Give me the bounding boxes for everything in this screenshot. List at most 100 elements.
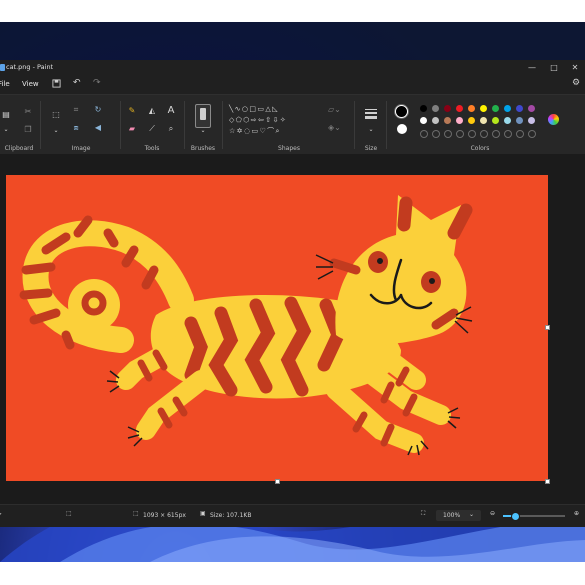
secondary-color-swatch[interactable] [397, 124, 407, 134]
selection-size-icon: ⬚ [66, 510, 72, 517]
canvas-resize-handle-bottom[interactable] [275, 479, 280, 484]
title-bar: cat.png - Paint — □ ✕ [0, 60, 585, 76]
fit-to-window-icon[interactable]: ⛶ [421, 510, 425, 518]
custom-color-slot[interactable] [456, 130, 464, 138]
brushes-group: ⌄ Brushes [188, 95, 218, 155]
image-group: ⬚ ⌄ ⌗ ⧈ ↻ ◀ Image [44, 95, 118, 155]
custom-color-slot[interactable] [528, 130, 536, 138]
minimize-button[interactable]: — [523, 62, 541, 74]
text-tool-icon[interactable]: A [165, 106, 177, 116]
crop-icon[interactable]: ⌗ [70, 105, 82, 115]
custom-color-slot[interactable] [444, 130, 452, 138]
palette-color-swatch[interactable] [480, 105, 487, 112]
select-dropdown-icon[interactable]: ⌄ [50, 126, 62, 136]
palette-color-swatch[interactable] [432, 117, 439, 124]
eraser-icon[interactable]: ▰ [126, 124, 138, 134]
menu-bar: File View ↶ ↷ ⚙ [0, 76, 585, 94]
canvas-resize-handle-corner[interactable] [545, 479, 550, 484]
pencil-icon[interactable]: ✎ [126, 106, 138, 116]
colors-group: Colors [390, 95, 585, 155]
palette-color-swatch[interactable] [456, 117, 463, 124]
select-icon[interactable]: ⬚ [50, 110, 62, 120]
ribbon-divider [354, 101, 355, 149]
zoom-level: 100% [443, 512, 461, 519]
canvas-resize-handle-right[interactable] [545, 325, 550, 330]
settings-gear-icon[interactable]: ⚙ [572, 78, 580, 88]
primary-color-swatch[interactable] [395, 105, 408, 118]
palette-color-swatch[interactable] [504, 117, 511, 124]
custom-color-slot[interactable] [480, 130, 488, 138]
menu-file[interactable]: File [0, 80, 10, 88]
clipboard-label: Clipboard [4, 145, 34, 152]
canvas-dimensions: 1093 × 615px [143, 512, 186, 519]
palette-color-swatch[interactable] [492, 105, 499, 112]
magnifier-icon[interactable]: ⌕ [165, 124, 177, 134]
flip-icon[interactable]: ◀ [92, 123, 104, 133]
paste-icon[interactable]: ▤ [0, 110, 12, 120]
palette-color-swatch[interactable] [492, 117, 499, 124]
palette-color-swatch[interactable] [456, 105, 463, 112]
edit-colors-icon[interactable] [548, 114, 559, 125]
maximize-button[interactable]: □ [545, 62, 563, 74]
copy-icon[interactable]: ❐ [22, 125, 34, 135]
shape-fill-icon[interactable]: ◈⌄ [328, 123, 341, 133]
shapes-row-3: ☆✡◌▭♡⌒⌕ [229, 127, 281, 135]
close-button[interactable]: ✕ [566, 62, 584, 74]
cat-drawing [19, 195, 473, 456]
resize-icon[interactable]: ⧈ [70, 123, 82, 133]
clipboard-group: ▤ ✂ ❐ ⌄ Clipboard [0, 95, 38, 155]
undo-icon[interactable]: ↶ [73, 78, 81, 88]
palette-color-swatch[interactable] [444, 105, 451, 112]
palette-color-swatch[interactable] [480, 117, 487, 124]
colors-label: Colors [470, 145, 490, 152]
rotate-icon[interactable]: ↻ [92, 105, 104, 115]
zoom-slider-thumb[interactable] [511, 512, 520, 521]
color-picker-icon[interactable]: ⟋ [146, 124, 158, 134]
shape-outline-icon[interactable]: ▱⌄ [328, 105, 341, 115]
zoom-level-dropdown[interactable]: 100% ⌄ [436, 510, 481, 521]
palette-color-swatch[interactable] [420, 105, 427, 112]
size-group: ⌄ Size [358, 95, 384, 155]
palette-color-swatch[interactable] [504, 105, 511, 112]
redo-icon[interactable]: ↷ [93, 78, 101, 88]
zoom-in-icon[interactable]: ⊕ [574, 510, 579, 517]
palette-color-swatch[interactable] [432, 105, 439, 112]
palette-color-swatch[interactable] [516, 105, 523, 112]
custom-color-slot[interactable] [492, 130, 500, 138]
cursor-position-icon: ⌖ [0, 511, 1, 519]
size-label: Size [364, 145, 378, 152]
file-size: Size: 107.1KB [210, 512, 252, 519]
taskbar-edge [0, 562, 585, 585]
size-dropdown-icon[interactable]: ⌄ [365, 125, 377, 135]
save-icon[interactable] [52, 79, 61, 91]
palette-color-swatch[interactable] [468, 117, 475, 124]
palette-color-swatch[interactable] [516, 117, 523, 124]
palette-color-swatch[interactable] [528, 117, 535, 124]
custom-color-slot[interactable] [432, 130, 440, 138]
palette-color-swatch[interactable] [468, 105, 475, 112]
custom-color-slot[interactable] [468, 130, 476, 138]
fill-bucket-icon[interactable]: ◭ [146, 106, 158, 116]
brush-icon[interactable] [195, 104, 211, 128]
menu-view[interactable]: View [22, 80, 39, 88]
line-size-icon[interactable] [365, 109, 377, 119]
screenshot: cat.png - Paint — □ ✕ File View ↶ ↷ ⚙ ▤ … [0, 0, 585, 585]
palette-color-swatch[interactable] [420, 117, 427, 124]
file-size-icon: ▣ [200, 510, 206, 517]
ribbon-divider [386, 101, 387, 149]
shapes-gallery[interactable]: ╲∿○□▭△◺ ◇⬠⬡⇨⇦⇧⇩✧ ☆✡◌▭♡⌒⌕ [229, 104, 319, 138]
tools-label: Tools [144, 145, 160, 152]
custom-color-slot[interactable] [504, 130, 512, 138]
brushes-dropdown-icon[interactable]: ⌄ [197, 126, 209, 136]
palette-color-swatch[interactable] [444, 117, 451, 124]
palette-color-swatch[interactable] [528, 105, 535, 112]
window-title: cat.png - Paint [6, 63, 54, 71]
cut-icon[interactable]: ✂ [22, 107, 34, 117]
drawing-canvas[interactable] [6, 175, 548, 481]
paste-dropdown-icon[interactable]: ⌄ [0, 125, 12, 135]
custom-color-slot[interactable] [420, 130, 428, 138]
zoom-out-icon[interactable]: ⊖ [490, 510, 495, 517]
paint-app-icon [0, 64, 5, 71]
custom-color-slot[interactable] [516, 130, 524, 138]
status-bar: ⌖ ⬚ ⬚ 1093 × 615px ▣ Size: 107.1KB ⛶ 100… [0, 504, 585, 527]
